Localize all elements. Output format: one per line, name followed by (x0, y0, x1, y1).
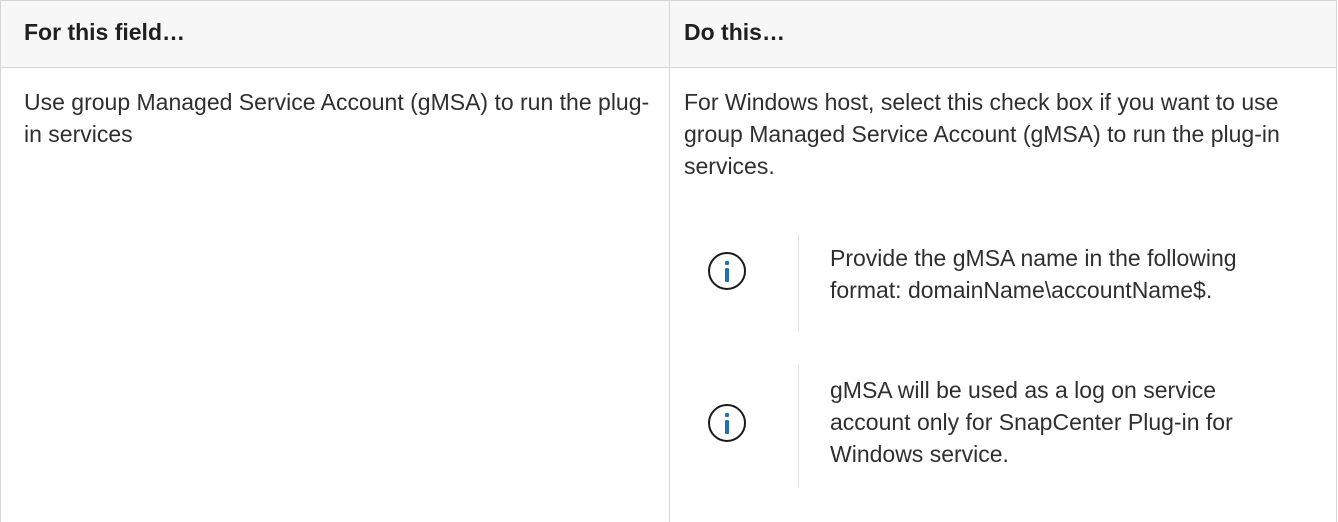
note-text: gMSA will be used as a log on service ac… (830, 377, 1233, 467)
info-icon (708, 252, 746, 290)
action-description-cell: For Windows host, select this check box … (684, 89, 1280, 179)
note-divider (798, 234, 799, 332)
note-block-gmsa-format: Provide the gMSA name in the following f… (694, 234, 1314, 332)
settings-table: For this field… Do this… Use group Manag… (0, 0, 1337, 522)
header-action-column: Do this… (684, 19, 785, 45)
note-block-gmsa-usage: gMSA will be used as a log on service ac… (694, 364, 1314, 488)
column-divider (669, 0, 670, 522)
header-field-column: For this field… (24, 19, 185, 45)
info-icon (708, 404, 746, 442)
note-divider (798, 364, 799, 488)
field-name-cell: Use group Managed Service Account (gMSA)… (24, 89, 650, 147)
note-text: Provide the gMSA name in the following f… (830, 245, 1237, 303)
